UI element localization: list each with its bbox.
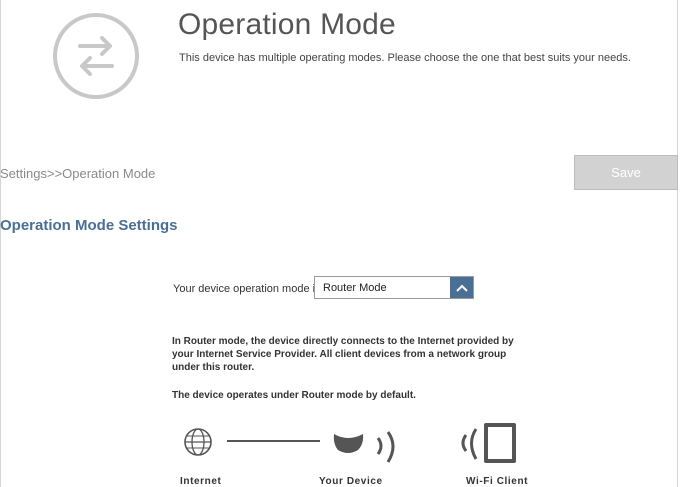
save-button[interactable]: Save bbox=[574, 155, 678, 190]
wifi-client-icon bbox=[461, 423, 516, 463]
connection-line bbox=[227, 440, 320, 442]
breadcrumb: Settings>>Operation Mode bbox=[0, 166, 156, 181]
wifi-client-label: Wi-Fi Client bbox=[466, 476, 529, 487]
your-device-label: Your Device bbox=[319, 476, 383, 487]
page-title: Operation Mode bbox=[178, 8, 396, 41]
operation-mode-label: Your device operation mode is: bbox=[173, 283, 324, 295]
chevron-up-icon[interactable] bbox=[450, 277, 473, 298]
internet-label: Internet bbox=[180, 476, 222, 487]
router-icon bbox=[333, 431, 395, 463]
section-title: Operation Mode Settings bbox=[0, 217, 178, 234]
operation-mode-value: Router Mode bbox=[323, 282, 387, 294]
switch-mode-icon bbox=[53, 13, 139, 99]
globe-icon bbox=[184, 428, 212, 456]
page-description: This device has multiple operating modes… bbox=[179, 52, 631, 64]
mode-description: In Router mode, the device directly conn… bbox=[172, 336, 514, 373]
default-mode-note: The device operates under Router mode by… bbox=[172, 390, 416, 401]
operation-mode-select[interactable]: Router Mode bbox=[314, 276, 474, 299]
